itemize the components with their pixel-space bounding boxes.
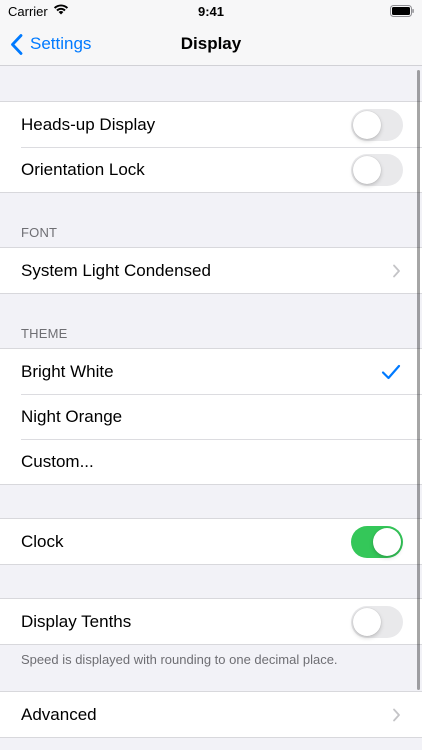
switch-knob	[353, 607, 381, 636]
orientation-lock-label: Orientation Lock	[21, 159, 145, 179]
battery-icon	[390, 5, 414, 17]
advanced-row[interactable]: Advanced	[0, 692, 422, 737]
font-group: System Light Condensed	[0, 247, 422, 294]
advanced-group: Advanced	[0, 691, 422, 738]
advanced-label: Advanced	[21, 704, 97, 724]
theme-option-bright-white[interactable]: Bright White	[0, 349, 422, 394]
heads-up-display-label: Heads-up Display	[21, 114, 156, 134]
scrollbar[interactable]	[417, 70, 420, 690]
font-section-header: FONT	[21, 225, 58, 240]
orientation-lock-row: Orientation Lock	[0, 147, 422, 192]
display-tenths-switch[interactable]	[351, 605, 403, 638]
clock-row: Clock	[0, 519, 422, 564]
theme-option-label: Bright White	[21, 361, 114, 381]
page-title: Display	[180, 34, 242, 53]
status-bar: Carrier 9:41	[0, 0, 422, 24]
font-row[interactable]: System Light Condensed	[0, 248, 422, 293]
clock-group: Clock	[0, 518, 422, 565]
display-tenths-label: Display Tenths	[21, 611, 132, 631]
font-value: System Light Condensed	[21, 260, 211, 280]
orientation-lock-switch[interactable]	[351, 153, 403, 186]
chevron-right-icon	[393, 708, 400, 721]
chevron-right-icon	[393, 264, 400, 277]
theme-option-custom[interactable]: Custom...	[0, 439, 422, 484]
theme-option-label: Custom...	[21, 451, 94, 471]
theme-section-header: THEME	[21, 326, 68, 341]
display-settings-screen: Carrier 9:41 Settings Display Heads-up D…	[0, 0, 422, 750]
theme-option-label: Night Orange	[21, 406, 123, 426]
tenths-group: Display Tenths	[0, 598, 422, 645]
display-tenths-row: Display Tenths	[0, 599, 422, 644]
toggles-group: Heads-up Display Orientation Lock	[0, 101, 422, 193]
heads-up-display-switch[interactable]	[351, 108, 403, 141]
status-time: 9:41	[197, 4, 225, 19]
theme-group: Bright White Night Orange Custom...	[0, 348, 422, 485]
clock-switch[interactable]	[351, 525, 403, 558]
checkmark-icon	[381, 364, 401, 379]
clock-label: Clock	[21, 531, 64, 551]
navigation-bar: Settings Display	[0, 24, 422, 66]
switch-knob	[373, 527, 401, 556]
heads-up-display-row: Heads-up Display	[0, 102, 422, 147]
switch-knob	[353, 155, 381, 184]
display-tenths-footer: Speed is displayed with rounding to one …	[21, 652, 338, 667]
switch-knob	[353, 110, 381, 139]
theme-option-night-orange[interactable]: Night Orange	[0, 394, 422, 439]
